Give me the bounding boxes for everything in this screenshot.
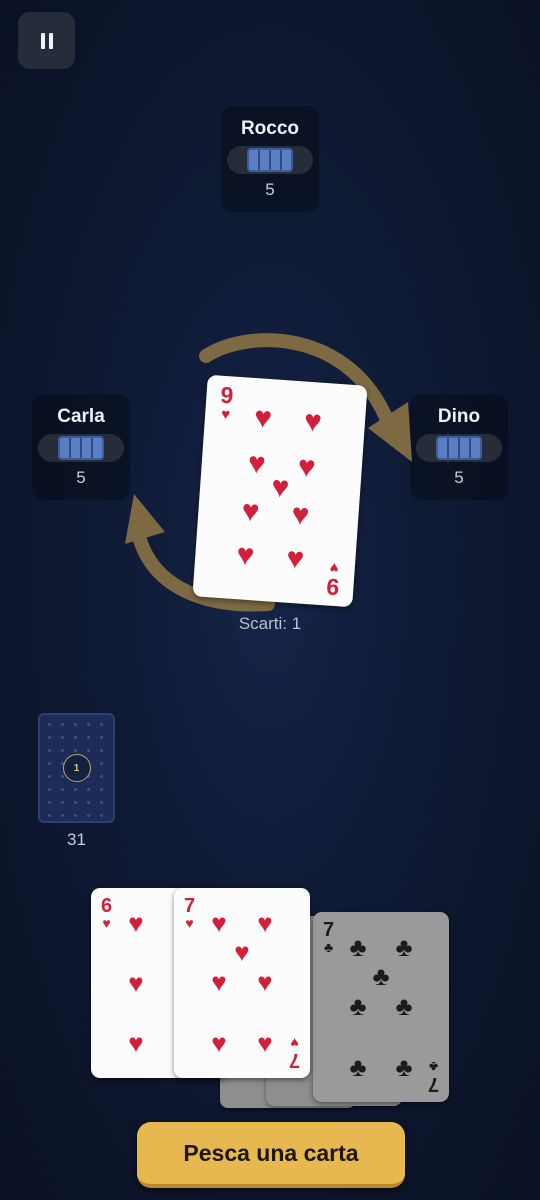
heart-icon: ♥ xyxy=(246,446,267,481)
club-icon: ♣ xyxy=(349,1052,367,1082)
heart-icon: ♥ xyxy=(234,937,250,967)
deck-count: 31 xyxy=(67,830,86,849)
heart-icon: ♥ xyxy=(220,405,231,424)
discard-count-label: Scarti: 1 xyxy=(238,614,302,633)
club-icon: ♣ xyxy=(349,991,367,1021)
club-icon: ♣ xyxy=(372,961,390,991)
heart-icon: ♥ xyxy=(329,558,340,577)
discard-pile-top-card: 9 ♥ 9 ♥ ♥ ♥ ♥ ♥ ♥ ♥ ♥ ♥ ♥ xyxy=(192,374,368,608)
club-icon: ♣ xyxy=(349,932,367,962)
heart-icon: ♥ xyxy=(102,915,111,931)
heart-icon: ♥ xyxy=(253,401,274,436)
hand-card-7-hearts[interactable]: 7 ♥ 7 ♥ ♥ ♥ ♥ ♥ ♥ ♥ ♥ xyxy=(174,888,310,1078)
club-icon: ♣ xyxy=(428,1059,439,1075)
heart-icon: ♥ xyxy=(128,908,144,938)
heart-icon: ♥ xyxy=(211,1028,227,1058)
heart-icon: ♥ xyxy=(257,1028,273,1058)
deck-badge: 1 xyxy=(62,754,91,782)
heart-icon: ♥ xyxy=(270,470,291,505)
heart-icon: ♥ xyxy=(257,967,273,997)
heart-icon: ♥ xyxy=(185,915,194,931)
heart-icon: ♥ xyxy=(290,1035,299,1051)
heart-icon: ♥ xyxy=(211,967,227,997)
heart-icon: ♥ xyxy=(296,450,317,485)
heart-icon: ♥ xyxy=(257,908,273,938)
draw-deck[interactable]: 1 xyxy=(38,713,115,823)
heart-icon: ♥ xyxy=(211,908,227,938)
draw-card-button[interactable]: Pesca una carta xyxy=(137,1122,405,1188)
heart-icon: ♥ xyxy=(235,538,256,573)
heart-icon: ♥ xyxy=(290,497,311,533)
club-icon: ♣ xyxy=(395,932,413,962)
heart-icon: ♥ xyxy=(302,404,323,439)
heart-icon: ♥ xyxy=(128,968,144,998)
heart-icon: ♥ xyxy=(240,494,261,529)
heart-icon: ♥ xyxy=(128,1028,144,1058)
club-icon: ♣ xyxy=(395,991,413,1021)
hand-card-7-clubs[interactable]: 7 ♣ 7 ♣ ♣ ♣ ♣ ♣ ♣ ♣ ♣ xyxy=(313,912,449,1102)
club-icon: ♣ xyxy=(395,1052,413,1082)
club-icon: ♣ xyxy=(323,939,334,955)
heart-icon: ♥ xyxy=(285,541,306,576)
